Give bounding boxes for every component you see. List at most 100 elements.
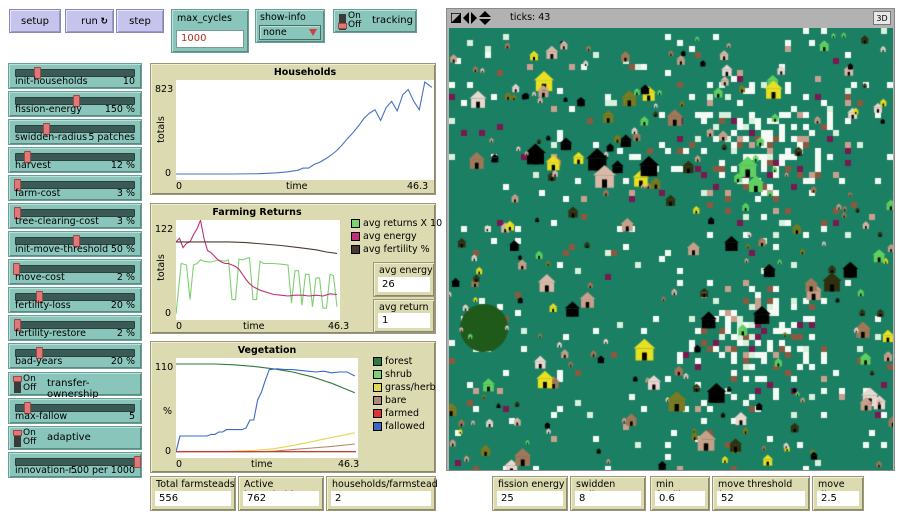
switch-off-label: Off: [23, 437, 37, 447]
monitor-value: 2.5: [817, 491, 859, 506]
slider-fertility-loss[interactable]: fertility-loss 20 %: [8, 287, 142, 313]
slider-fission-energy[interactable]: fission-energy 150 %: [8, 91, 142, 117]
slider-value: 150 %: [104, 104, 135, 115]
switch-label: transfer-ownership: [47, 378, 99, 400]
show-info-chooser[interactable]: show-info none: [255, 9, 325, 43]
slider-value: 500 per 1000: [70, 465, 135, 476]
setup-label: setup: [21, 15, 49, 27]
households-plot: Households 823 0 totals 0 time 46.3: [150, 63, 436, 195]
households-per-farmstead-monitor: households/farmstead 2: [326, 476, 438, 511]
slider-init-move-threshold[interactable]: init-move-threshold 50 %: [8, 231, 142, 257]
world-view[interactable]: ticks: 43 3D: [446, 8, 895, 471]
legend-label: grass/herb: [385, 382, 436, 393]
slider-value: 50 %: [110, 244, 135, 255]
step-label: step: [129, 15, 151, 27]
monitor-value: 1: [378, 313, 430, 328]
ticks-counter: ticks: 43: [510, 12, 551, 23]
zoom-diagonal-icon[interactable]: [451, 13, 461, 23]
legend-item: grass/herb: [373, 382, 436, 393]
farming-returns-chart-area: [176, 220, 340, 320]
legend-label: bare: [385, 395, 407, 406]
slider-init-households[interactable]: init-households 10: [8, 63, 142, 89]
monitor-value: 556: [155, 491, 231, 506]
innovation-rate-slider[interactable]: innovation-r... 500 per 1000: [8, 452, 142, 478]
slider-label: max-fallow: [15, 411, 68, 422]
slider-label: move-cost: [15, 272, 65, 283]
slider-label: harvest: [15, 160, 51, 171]
slider-farm-cost[interactable]: farm-cost 3 %: [8, 175, 142, 201]
3d-view-button[interactable]: 3D: [873, 11, 891, 25]
x-min-label: 0: [176, 459, 183, 470]
slider-tree-clearing-cost[interactable]: tree-clearing-cost 3 %: [8, 203, 142, 229]
run-button[interactable]: run ↻: [65, 9, 114, 33]
max-fallow-slider[interactable]: max-fallow 5: [8, 398, 142, 424]
vertical-arrows-icon[interactable]: [479, 11, 491, 25]
x-axis-label: time: [243, 321, 265, 332]
slider-value: 3 %: [116, 188, 135, 199]
switch-label: tracking: [372, 15, 413, 26]
slider-label: fertility-loss: [15, 300, 71, 311]
legend-swatch: [373, 383, 382, 392]
legend-item: shrub: [373, 369, 412, 380]
y-min-label: 0: [165, 446, 172, 457]
legend-item: forest: [373, 356, 412, 367]
legend-label: avg returns X 10: [363, 218, 443, 229]
monitor-value: 762: [243, 491, 319, 506]
3d-label: 3D: [876, 13, 888, 23]
show-info-dropdown[interactable]: none: [259, 25, 321, 40]
slider-harvest[interactable]: harvest 12 %: [8, 147, 142, 173]
monitor-swidden-radius: swidden radius8: [570, 476, 646, 511]
horizontal-arrows-icon[interactable]: [463, 12, 477, 24]
legend-item: avg returns X 10: [351, 218, 442, 229]
legend-swatch: [351, 232, 360, 241]
view-toolbar: ticks: 43 3D: [447, 9, 894, 27]
x-axis-label: time: [251, 459, 273, 470]
slider-thumb[interactable]: [134, 456, 141, 468]
slider-value: 2 %: [116, 272, 135, 283]
legend-swatch: [373, 396, 382, 405]
legend-swatch: [373, 357, 382, 366]
world-canvas[interactable]: [449, 28, 893, 470]
legend-swatch: [351, 245, 360, 254]
slider-value: 3 %: [116, 216, 135, 227]
active-households-monitor: Active households 762: [238, 476, 324, 511]
tracking-switch[interactable]: On Off tracking: [333, 9, 417, 33]
plot-title: Vegetation: [237, 345, 297, 356]
slider-swidden-radius[interactable]: swidden-radius 5 patches: [8, 119, 142, 145]
x-max-label: 46.3: [338, 459, 360, 470]
show-info-label: show-info: [260, 12, 306, 23]
slider-label: init-move-threshold: [15, 244, 109, 255]
legend-swatch: [373, 409, 382, 418]
legend-item: bare: [373, 395, 406, 406]
y-max-label: 823: [155, 84, 174, 95]
slider-bad-years[interactable]: bad-years 20 %: [8, 343, 142, 369]
setup-button[interactable]: setup: [9, 9, 61, 33]
slider-label: farm-cost: [15, 188, 61, 199]
monitor-label: fission energy: [498, 479, 565, 490]
x-min-label: 0: [176, 321, 183, 332]
monitor-label: Total farmsteads: [156, 479, 235, 490]
slider-move-cost[interactable]: move-cost 2 %: [8, 259, 142, 285]
monitor-move-threshold-: move threshold (%)52: [712, 476, 810, 511]
legend-label: fallowed: [385, 421, 425, 432]
switch-off-label: Off: [348, 20, 362, 30]
slider-fertility-restore[interactable]: fertility-restore 2 %: [8, 315, 142, 341]
slider-label: fertility-restore: [15, 328, 86, 339]
monitor-value: 2: [331, 491, 431, 506]
slider-label: bad-years: [15, 356, 63, 367]
legend-label: avg fertility %: [363, 244, 430, 255]
step-button[interactable]: step: [116, 9, 164, 33]
transfer-ownership-switch[interactable]: On Off transfer-ownership: [8, 372, 142, 400]
monitor-label: avg energy: [379, 265, 433, 276]
plot-background: [176, 220, 340, 320]
slider-value: 2 %: [116, 328, 135, 339]
forever-icon: ↻: [100, 17, 108, 27]
max-cycles-input[interactable]: 1000: [176, 30, 244, 48]
monitor-label: households/farmstead: [332, 479, 438, 490]
y-min-label: 0: [165, 308, 172, 319]
y-axis-label: %: [163, 406, 173, 417]
run-label: run: [81, 15, 98, 27]
legend-label: forest: [385, 356, 413, 367]
legend-label: avg energy: [363, 231, 417, 242]
adaptive-switch[interactable]: On Off adaptive: [8, 426, 142, 450]
